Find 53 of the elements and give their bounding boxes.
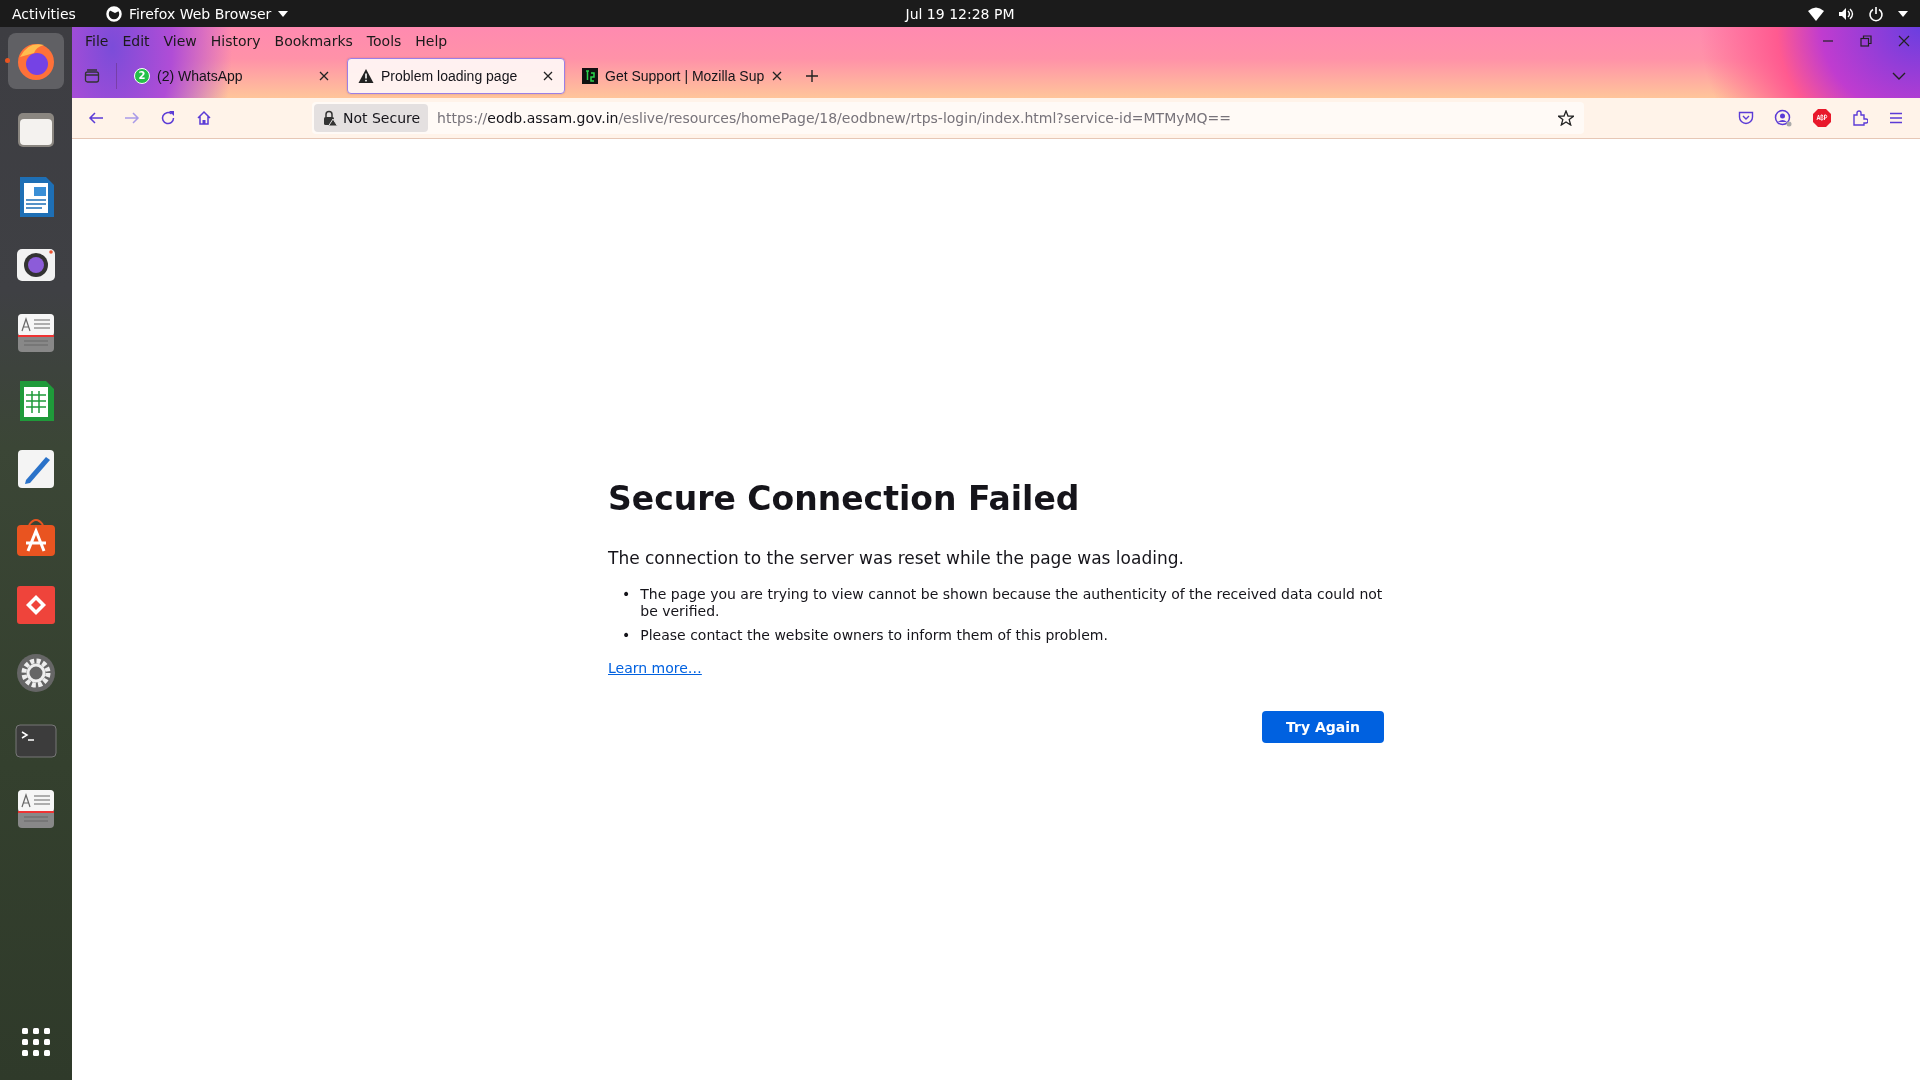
menu-item[interactable]: View [156, 32, 204, 49]
caret-icon [278, 10, 289, 17]
error-title: Secure Connection Failed [608, 478, 1081, 518]
gear-icon[interactable] [14, 651, 58, 695]
restore-icon[interactable] [1860, 34, 1872, 47]
browser-tab[interactable]: Problem loading page [347, 58, 565, 94]
plus-icon[interactable] [805, 69, 819, 83]
menu-item[interactable]: Bookmarks [267, 32, 360, 49]
menu-item[interactable]: Tools [359, 32, 409, 49]
adblock-extension-button[interactable] [1812, 108, 1832, 128]
close-icon[interactable] [542, 70, 554, 82]
address-bar[interactable]: Not Secure https://eodb.assam.gov.in/eslive/resources/homePage/18/eodbnew/rtps-login/index.html?service-id=MTMyMQ== [312, 102, 1584, 134]
error-detail: The page you are trying to view cannot be shown because the authenticity of the received data could not be verified. [640, 585, 1384, 620]
activities-button[interactable]: Activities [12, 5, 76, 22]
menu-item[interactable]: History [203, 32, 268, 49]
dock-item-active[interactable] [8, 33, 64, 89]
close-icon[interactable] [771, 70, 784, 82]
error-message: The connection to the server was reset while the page was loading. [608, 547, 1185, 568]
power-icon[interactable] [1868, 5, 1884, 22]
chevron-down-icon[interactable] [1892, 71, 1906, 81]
reload-icon[interactable] [160, 110, 176, 126]
error-detail: Please contact the website owners to inform them of this problem. [640, 626, 1108, 644]
account-icon[interactable] [1774, 109, 1792, 127]
tab-overview-icon[interactable] [84, 68, 100, 84]
bullet-mark: • [622, 585, 631, 603]
security-label: Not Secure [343, 110, 421, 126]
pocket-icon[interactable] [1738, 110, 1754, 126]
warning-icon [358, 68, 374, 84]
bullet-mark: • [622, 626, 631, 644]
menu-icon[interactable] [1888, 110, 1904, 126]
not-secure-indicator[interactable]: Not Secure [314, 104, 429, 132]
firefox-icon [105, 5, 122, 22]
wifi-icon[interactable] [1808, 6, 1824, 21]
browser-tab[interactable]: Get Support | Mozilla Sup [571, 58, 789, 94]
home-icon[interactable] [196, 110, 212, 126]
clock[interactable]: Jul 19 12:28 PM [905, 5, 1015, 22]
lock-warning-icon [322, 110, 338, 126]
menu-item[interactable]: Help [408, 32, 455, 49]
app-menu[interactable]: Firefox Web Browser [105, 5, 289, 22]
stop-sign-icon [1812, 108, 1832, 128]
app-grid-icon[interactable] [22, 1028, 50, 1056]
learn-more-link[interactable]: Learn more… [608, 659, 702, 676]
try-again-button[interactable]: Try Again [1262, 710, 1384, 743]
close-icon[interactable] [318, 70, 330, 82]
url-text: https://eodb.assam.gov.in/eslive/resources/homePage/18/eodbnew/rtps-login/index.html?service-id=MTMyMQ== [437, 110, 1232, 126]
puzzle-piece-icon[interactable] [1852, 110, 1868, 126]
site-icon [582, 68, 598, 84]
volume-icon[interactable] [1838, 6, 1854, 21]
caret-icon[interactable] [1898, 10, 1908, 17]
back-arrow-icon[interactable] [88, 110, 104, 126]
star-icon[interactable] [1558, 110, 1574, 126]
browser-tab[interactable]: 2 (2) WhatsApp [123, 58, 341, 94]
badge-count: 2 [138, 71, 146, 81]
